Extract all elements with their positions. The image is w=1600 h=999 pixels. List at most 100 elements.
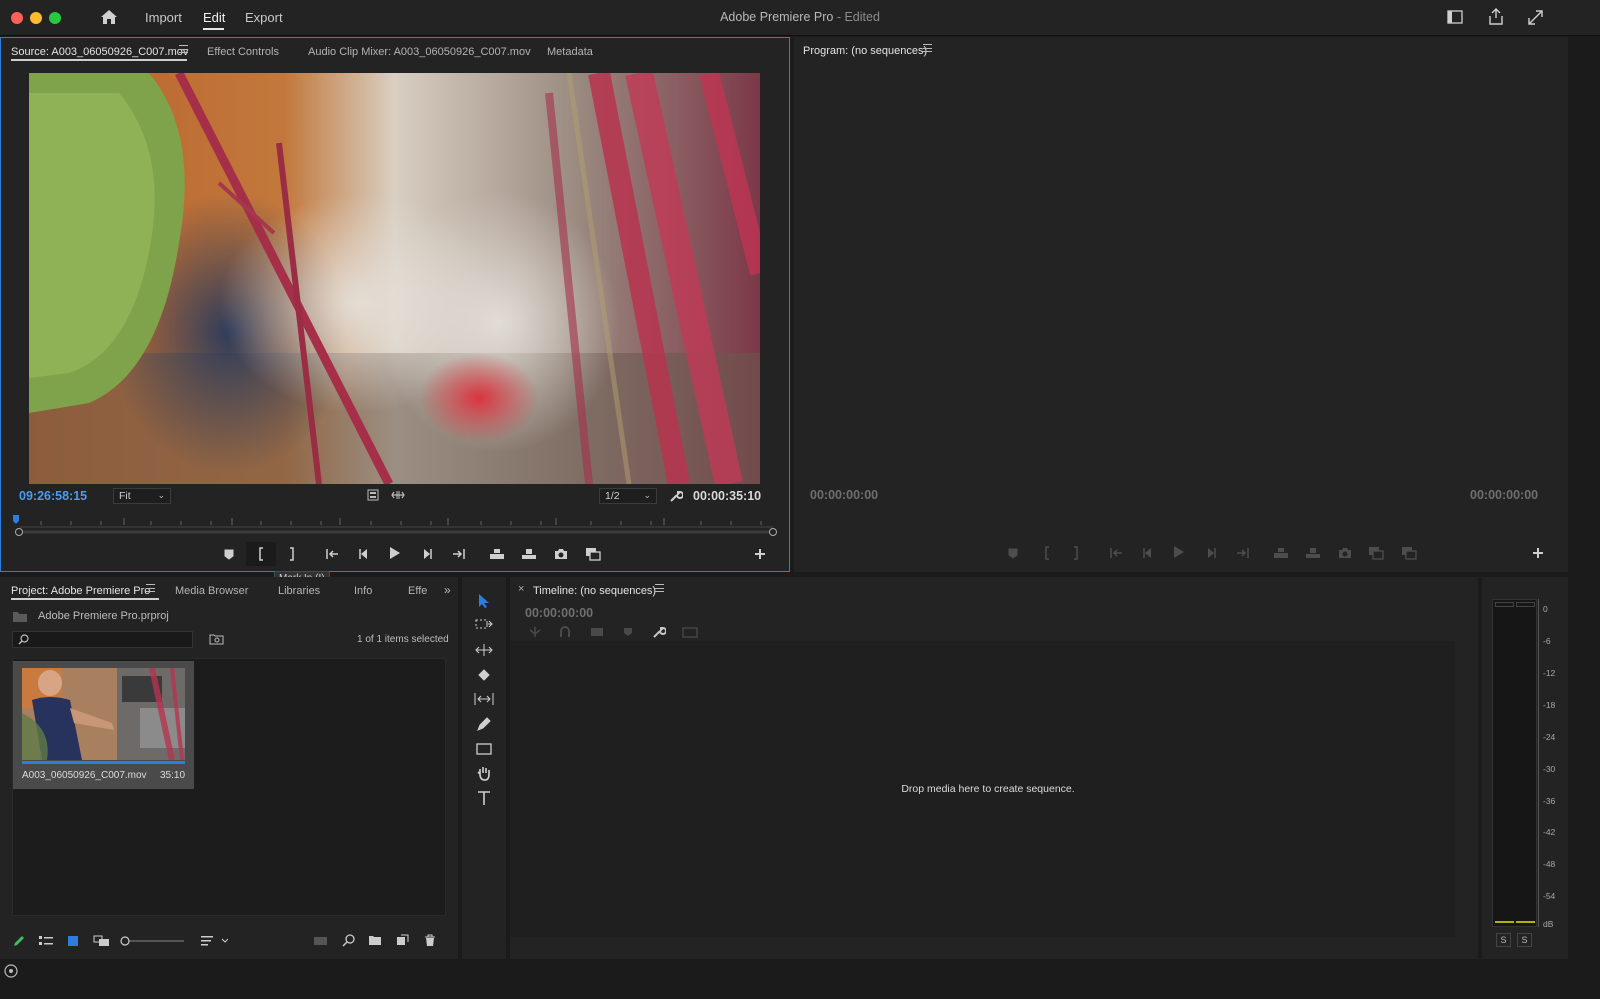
tab-program[interactable]: Program: (no sequences)	[803, 45, 927, 57]
tab-media-browser[interactable]: Media Browser	[175, 585, 248, 597]
add-marker-button[interactable]	[218, 544, 240, 564]
hand-tool-icon[interactable]	[473, 763, 495, 783]
step-back-button[interactable]	[1137, 543, 1159, 563]
panel-menu-icon[interactable]	[655, 584, 664, 592]
drag-video-audio-icon[interactable]	[391, 490, 405, 500]
play-button[interactable]	[1168, 542, 1190, 562]
settings-icon[interactable]	[367, 489, 379, 501]
wrench-icon[interactable]	[669, 489, 683, 503]
panel-menu-icon[interactable]	[146, 584, 155, 592]
new-item-icon[interactable]	[396, 934, 409, 946]
search-icon	[18, 634, 29, 645]
mark-out-button[interactable]	[281, 544, 303, 564]
wrench-icon[interactable]	[652, 625, 666, 639]
clip-thumbnail-card[interactable]: A003_06050926_C007.mov 35:10	[13, 661, 194, 789]
solo-right-button[interactable]: S	[1517, 933, 1532, 947]
background-tasks-icon[interactable]	[4, 964, 18, 978]
mark-in-button[interactable]	[246, 542, 276, 566]
find-bin-icon[interactable]	[209, 633, 224, 645]
go-to-out-button[interactable]	[447, 544, 469, 564]
timeline-timecode[interactable]: 00:00:00:00	[525, 606, 593, 620]
meter-label: -54	[1543, 891, 1556, 901]
comparison-view-button[interactable]	[582, 544, 604, 564]
slip-tool-icon[interactable]	[473, 689, 495, 709]
export-frame-icon[interactable]	[550, 544, 572, 564]
pencil-icon[interactable]	[12, 934, 26, 948]
snap-icon[interactable]	[559, 626, 571, 638]
sort-icons-icon[interactable]	[200, 935, 228, 947]
tab-metadata[interactable]: Metadata	[547, 46, 593, 58]
add-button-icon[interactable]	[749, 544, 771, 564]
tab-source[interactable]: Source: A003_06050926_C007.mov	[11, 46, 188, 58]
nest-sequence-icon[interactable]	[528, 626, 542, 638]
tab-info[interactable]: Info	[354, 585, 372, 597]
clip-usage-bar	[22, 761, 185, 764]
linked-selection-icon[interactable]	[590, 626, 604, 638]
meter-label: -6	[1543, 636, 1551, 646]
tab-libraries[interactable]: Libraries	[278, 585, 320, 597]
source-time-ruler[interactable]	[11, 512, 781, 538]
source-playhead-timecode[interactable]: 09:26:58:15	[19, 489, 87, 503]
add-marker-icon[interactable]	[623, 627, 633, 637]
type-tool-icon[interactable]	[473, 788, 495, 808]
extract-button[interactable]	[1302, 543, 1324, 563]
program-playhead-timecode[interactable]: 00:00:00:00	[810, 488, 878, 502]
razor-tool-icon[interactable]	[473, 665, 495, 685]
selection-status: 1 of 1 items selected	[357, 634, 449, 645]
step-back-button[interactable]	[353, 544, 375, 564]
mark-out-button[interactable]	[1065, 543, 1087, 563]
close-tab-icon[interactable]: ×	[518, 583, 524, 595]
solo-left-button[interactable]: S	[1496, 933, 1511, 947]
selection-tool-icon[interactable]	[473, 591, 495, 611]
more-tabs-icon[interactable]: »	[444, 583, 451, 597]
search-input[interactable]	[12, 631, 193, 648]
captions-icon[interactable]	[682, 627, 698, 638]
panel-menu-icon[interactable]	[179, 45, 188, 53]
list-view-icon[interactable]	[38, 935, 54, 947]
go-to-out-button[interactable]	[1231, 543, 1253, 563]
trash-icon[interactable]	[424, 934, 436, 947]
go-to-in-button[interactable]	[322, 544, 344, 564]
tab-project[interactable]: Project: Adobe Premiere Pro	[11, 585, 150, 597]
step-forward-button[interactable]	[416, 544, 438, 564]
tab-audio-clip-mixer[interactable]: Audio Clip Mixer: A003_06050926_C007.mov	[308, 46, 531, 58]
clip-name: A003_06050926_C007.mov	[22, 770, 147, 781]
ripple-edit-tool-icon[interactable]	[473, 640, 495, 660]
add-button-icon[interactable]	[1527, 543, 1549, 563]
freeform-view-icon[interactable]	[93, 935, 110, 947]
tab-effect-controls[interactable]: Effect Controls	[207, 46, 279, 58]
export-frame-icon[interactable]	[1334, 543, 1356, 563]
empty-timeline-message: Drop media here to create sequence.	[901, 783, 1075, 795]
rectangle-tool-icon[interactable]	[473, 739, 495, 759]
multi-camera-button[interactable]	[1398, 543, 1420, 563]
icon-view-icon[interactable]	[67, 935, 79, 947]
comparison-view-button[interactable]	[1365, 543, 1387, 563]
timeline-track-area[interactable]: Drop media here to create sequence.	[510, 641, 1455, 937]
step-forward-button[interactable]	[1200, 543, 1222, 563]
zoom-level-dropdown[interactable]: Fit ⌄	[113, 488, 171, 504]
share-icon[interactable]	[1488, 8, 1504, 25]
mark-in-button[interactable]	[1036, 543, 1058, 563]
chevron-down-icon: ⌄	[157, 490, 165, 500]
zoom-slider[interactable]	[120, 936, 186, 946]
panel-menu-icon[interactable]	[923, 44, 932, 52]
project-items-area[interactable]: A003_06050926_C007.mov 35:10	[12, 658, 446, 916]
automate-to-sequence-icon[interactable]	[313, 935, 328, 947]
add-marker-button[interactable]	[1002, 543, 1024, 563]
clip-thumbnail	[22, 668, 185, 760]
playback-resolution-dropdown[interactable]: 1/2 ⌄	[599, 488, 657, 504]
tab-timeline[interactable]: Timeline: (no sequences)	[533, 585, 656, 597]
go-to-in-button[interactable]	[1106, 543, 1128, 563]
lift-button[interactable]	[1270, 543, 1292, 563]
pen-tool-icon[interactable]	[473, 714, 495, 734]
find-icon[interactable]	[342, 934, 355, 947]
workspaces-icon[interactable]	[1447, 10, 1463, 24]
new-bin-icon[interactable]	[368, 934, 382, 946]
play-button[interactable]	[384, 543, 406, 563]
track-select-tool-icon[interactable]	[473, 615, 495, 635]
source-video-frame[interactable]	[29, 73, 760, 484]
overwrite-button[interactable]	[518, 544, 540, 564]
tab-effects[interactable]: Effe	[408, 585, 427, 597]
insert-button[interactable]	[486, 544, 508, 564]
fullscreen-icon[interactable]	[1528, 10, 1543, 25]
